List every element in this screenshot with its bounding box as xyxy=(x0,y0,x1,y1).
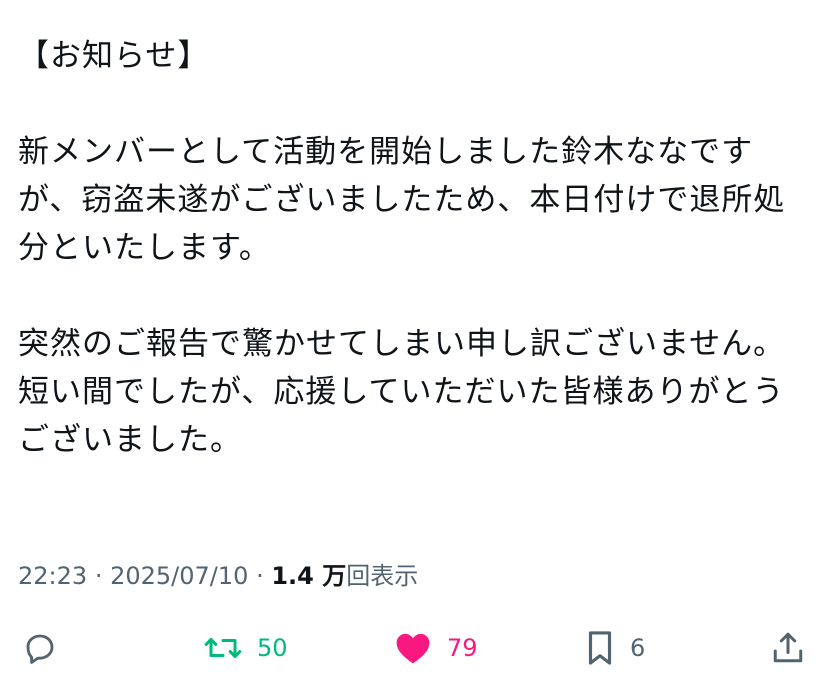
share-button[interactable] xyxy=(770,628,806,668)
post-header: 【お知らせ】 xyxy=(18,38,210,74)
post-time[interactable]: 22:23 xyxy=(18,562,87,590)
bookmark-count: 6 xyxy=(630,634,646,662)
like-button[interactable]: 79 xyxy=(393,628,478,668)
bookmark-button[interactable]: 6 xyxy=(584,628,645,668)
post-date[interactable]: 2025/07/10 xyxy=(110,562,248,590)
post-meta: 22:23 · 2025/07/10 · 1.4 万回表示 xyxy=(18,556,418,596)
repost-icon xyxy=(203,630,243,666)
views-count: 1.4 万 xyxy=(271,562,347,590)
heart-icon xyxy=(393,630,433,666)
views-label: 回表示 xyxy=(346,562,419,590)
repost-button[interactable]: 50 xyxy=(203,628,288,668)
post-paragraph-1: 新メンバーとして活動を開始しました鈴木ななですが、窃盗未遂がございましたため、本… xyxy=(18,134,786,266)
bookmark-icon xyxy=(584,629,616,667)
post-text: 【お知らせ】 新メンバーとして活動を開始しました鈴木ななですが、窃盗未遂がござい… xyxy=(18,32,810,464)
action-bar: 50 79 6 xyxy=(0,622,828,674)
repost-count: 50 xyxy=(257,634,288,662)
reply-icon xyxy=(22,630,58,666)
meta-separator: · xyxy=(256,562,264,590)
reply-button[interactable] xyxy=(22,628,58,668)
post-paragraph-2: 突然のご報告で驚かせてしまい申し訳ございません。短い間でしたが、応援していただい… xyxy=(18,326,786,458)
share-icon xyxy=(770,629,806,667)
meta-separator: · xyxy=(94,562,103,590)
like-count: 79 xyxy=(447,634,478,662)
